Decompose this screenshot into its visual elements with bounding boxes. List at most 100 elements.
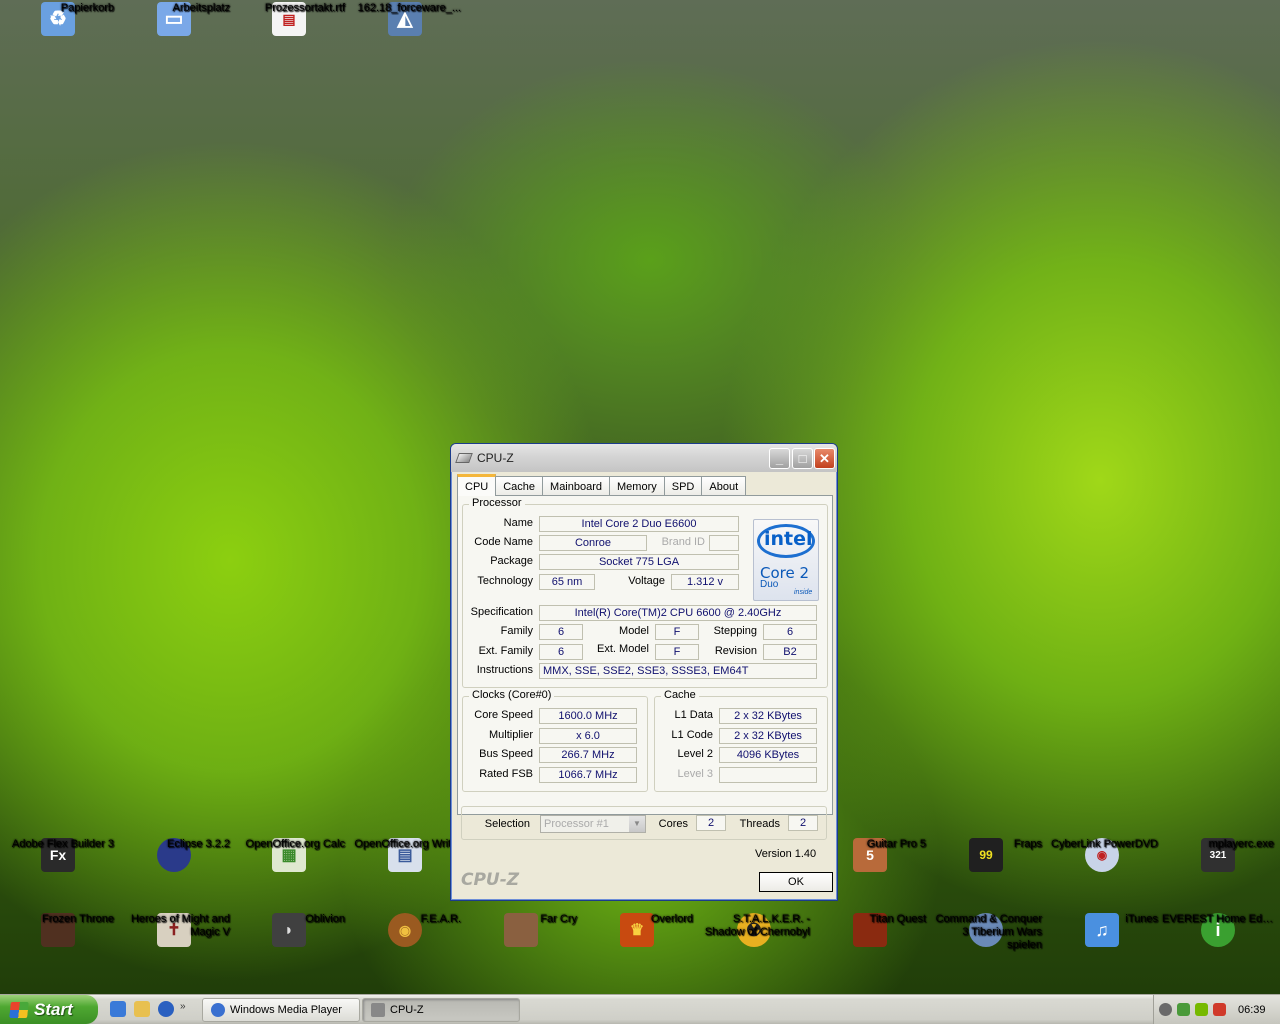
desktop-icon-label: Far Cry <box>540 913 577 925</box>
clocks-group: Clocks (Core#0) Core Speed 1600.0 MHz Mu… <box>462 689 648 792</box>
folder-quicklaunch-icon[interactable] <box>134 1001 150 1017</box>
close-button[interactable]: ✕ <box>814 448 835 469</box>
desktop-icon-my-computer[interactable]: ▭ Arbeitsplatz <box>116 2 232 39</box>
desktop-icon-label: iTunes <box>1125 913 1158 925</box>
tab-cache[interactable]: Cache <box>495 476 544 496</box>
ok-button[interactable]: OK <box>759 872 833 892</box>
name-value: Intel Core 2 Duo E6600 <box>539 516 739 532</box>
threads-value: 2 <box>788 815 818 831</box>
selection-label: Selection <box>484 818 530 830</box>
desktop-icon-fraps[interactable]: 99 Fraps <box>928 838 1044 875</box>
network-tray-icon[interactable] <box>1159 1003 1172 1016</box>
desktop-icon-label: CyberLink PowerDVD <box>1051 838 1158 850</box>
extfamily-value: 6 <box>539 644 583 660</box>
security-tray-icon[interactable] <box>1177 1003 1190 1016</box>
cpuz-brand-watermark: CPU-Z <box>461 870 520 890</box>
maximize-button[interactable]: □ <box>792 448 813 469</box>
package-label: Package <box>490 555 533 567</box>
desktop-icon-label: Papierkorb <box>60 2 114 14</box>
processor-select[interactable]: Processor #1 ▼ <box>540 815 646 833</box>
technology-label: Technology <box>477 575 533 587</box>
brandid-value <box>709 535 739 551</box>
desktop-icon-label: mplayerc.exe <box>1208 838 1274 850</box>
tab-spd[interactable]: SPD <box>663 476 703 496</box>
multiplier-label: Multiplier <box>488 729 533 741</box>
voltage-value: 1.312 v <box>671 574 739 590</box>
desktop-icon-prozessortakt[interactable]: ▤ Prozessortakt.rtf <box>231 2 347 39</box>
desktop-icon-fear[interactable]: ◉ F.E.A.R. <box>347 913 463 950</box>
chevron-down-icon[interactable]: ▼ <box>629 816 645 832</box>
taskbar-item-label: Windows Media Player <box>230 1004 342 1016</box>
package-value: Socket 775 LGA <box>539 554 739 570</box>
level3-value <box>719 767 817 783</box>
desktop-icon-powerdvd[interactable]: ◉ CyberLink PowerDVD <box>1044 838 1160 875</box>
l1code-value: 2 x 32 KBytes <box>719 728 817 744</box>
extmodel-value: F <box>655 644 699 660</box>
desktop-icon-eclipse[interactable]: Eclipse 3.2.2 <box>116 838 232 875</box>
maximize-icon: □ <box>798 451 807 466</box>
desktop-icon-flex-builder[interactable]: Fx Adobe Flex Builder 3 <box>0 838 116 875</box>
desktop-icon-forceware[interactable]: ◭ 162.18_forceware_... <box>347 2 463 39</box>
technology-value: 65 nm <box>539 574 595 590</box>
quicklaunch-chevron-icon[interactable]: » <box>180 1001 190 1017</box>
corespeed-label: Core Speed <box>474 709 533 721</box>
intel-core2-duo-logo: intel Core 2 Duo inside <box>753 519 819 601</box>
name-label: Name <box>503 517 533 529</box>
cache-group-title: Cache <box>661 689 699 701</box>
system-tray: 06:39 <box>1153 995 1280 1024</box>
window-titlebar[interactable]: CPU-Z _ □ ✕ <box>451 444 837 472</box>
clocks-group-title: Clocks (Core#0) <box>469 689 555 701</box>
taskbar: Start » Windows Media Player CPU-Z 06:39 <box>0 994 1280 1024</box>
desktop-icon-titan-quest[interactable]: Titan Quest <box>812 913 928 950</box>
start-button[interactable]: Start <box>0 995 98 1024</box>
minimize-button[interactable]: _ <box>769 448 790 469</box>
volume-tray-icon[interactable] <box>1213 1003 1226 1016</box>
instructions-label: Instructions <box>476 664 533 676</box>
processor-group-title: Processor <box>469 497 525 509</box>
nvidia-tray-icon[interactable] <box>1195 1003 1208 1016</box>
desktop-icon-everest[interactable]: i EVEREST Home Edition <box>1160 913 1276 950</box>
corespeed-value: 1600.0 MHz <box>539 708 637 724</box>
desktop-icon-recycle-bin[interactable]: ♻ Papierkorb <box>0 2 116 39</box>
l1data-value: 2 x 32 KBytes <box>719 708 817 724</box>
desktop-icon-stalker[interactable]: ☢ S.T.A.L.K.E.R. - Shadow of Chernobyl <box>696 913 812 950</box>
desktop-icon-cnc3[interactable]: Command & Conquer 3 Tiberium Wars spiele… <box>928 913 1044 951</box>
tab-about[interactable]: About <box>701 476 747 496</box>
ie-quicklaunch-icon[interactable] <box>110 1001 126 1017</box>
desktop-icon-frozen-throne[interactable]: Frozen Throne <box>0 913 116 950</box>
media-quicklaunch-icon[interactable] <box>158 1001 174 1017</box>
voltage-label: Voltage <box>628 575 665 587</box>
tab-cpu[interactable]: CPU <box>457 474 497 496</box>
tray-clock[interactable]: 06:39 <box>1238 1004 1266 1016</box>
intel-logo-text: intel <box>764 528 813 550</box>
desktop-icon-label: EVEREST Home Edition <box>1162 913 1276 925</box>
family-value: 6 <box>539 624 583 640</box>
tab-mainboard[interactable]: Mainboard <box>542 476 611 496</box>
desktop-icon-overlord[interactable]: ♛ Overlord <box>579 913 695 950</box>
desktop-icon-label: F.E.A.R. <box>420 913 461 925</box>
taskbar-item-label: CPU-Z <box>390 1004 424 1016</box>
tab-bar: CPU Cache Mainboard Memory SPD About <box>457 474 747 496</box>
desktop-icon-oo-calc[interactable]: ▦ OpenOffice.org Calc <box>231 838 347 875</box>
desktop-icon-oblivion[interactable]: ◗ Oblivion <box>231 913 347 950</box>
windows-logo-icon <box>9 1001 29 1018</box>
taskbar-item-wmp[interactable]: Windows Media Player <box>202 998 360 1022</box>
cpuz-window[interactable]: CPU-Z _ □ ✕ CPU Cache Mainboard Memory S… <box>450 443 838 901</box>
desktop-icon-mplayerc[interactable]: 321 mplayerc.exe <box>1160 838 1276 875</box>
taskbar-item-cpuz[interactable]: CPU-Z <box>362 998 520 1022</box>
cores-value: 2 <box>696 815 726 831</box>
brandid-label: Brand ID <box>661 536 705 548</box>
desktop-icon-itunes[interactable]: ♫ iTunes <box>1044 913 1160 950</box>
tab-memory[interactable]: Memory <box>609 476 665 496</box>
l1code-label: L1 Code <box>671 729 713 741</box>
start-label: Start <box>34 999 73 1019</box>
busspeed-value: 266.7 MHz <box>539 747 637 763</box>
desktop-icon-oo-writer[interactable]: ▤ OpenOffice.org Writer <box>347 838 463 875</box>
desktop-icon-label: S.T.A.L.K.E.R. - Shadow of Chernobyl <box>704 913 810 938</box>
cores-label: Cores <box>658 818 688 830</box>
spec-label: Specification <box>470 606 533 618</box>
desktop-icon-label: OpenOffice.org Writer <box>354 838 461 850</box>
desktop-icon-heroes[interactable]: ✝ Heroes of Might and Magic V <box>116 913 232 950</box>
desktop-icon-label: 162.18_forceware_... <box>357 2 461 14</box>
desktop-icon-far-cry[interactable]: Far Cry <box>463 913 579 950</box>
